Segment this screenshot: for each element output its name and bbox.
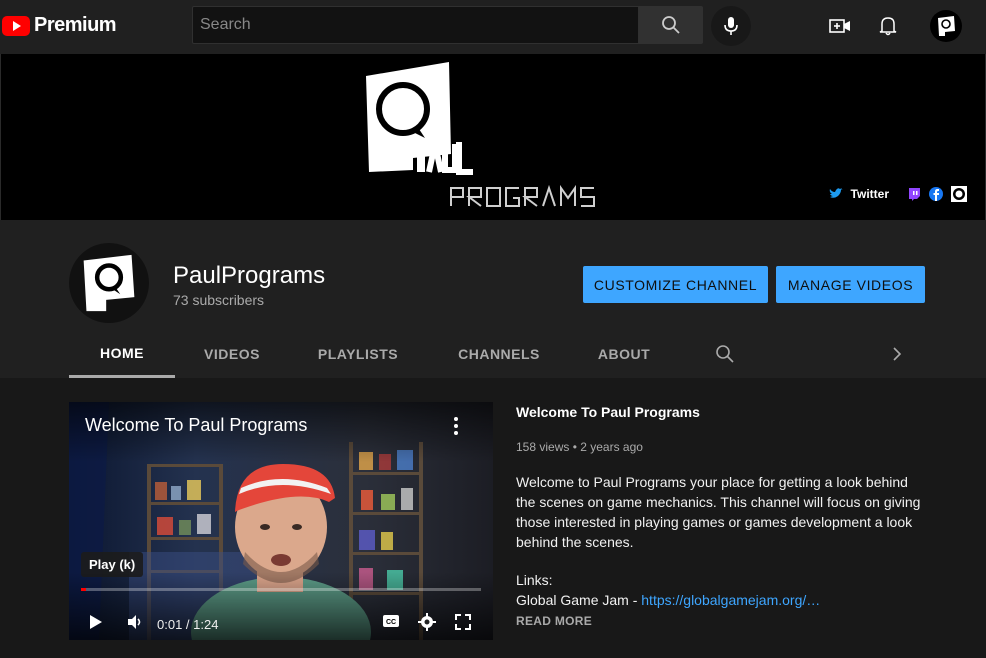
- notifications-button[interactable]: [875, 13, 901, 39]
- video-progress-bar[interactable]: [81, 588, 481, 591]
- video-meta: 158 views • 2 years ago: [516, 440, 643, 454]
- facebook-icon[interactable]: [929, 187, 943, 201]
- youtube-premium-logo[interactable]: Premium: [2, 14, 117, 37]
- video-progress-fill: [81, 588, 86, 591]
- link-prefix: Global Game Jam -: [516, 592, 642, 608]
- fullscreen-button[interactable]: [455, 614, 471, 635]
- customize-channel-button[interactable]: CUSTOMIZE CHANNEL: [583, 266, 768, 303]
- svg-text:CC: CC: [386, 619, 396, 626]
- search-box: [192, 6, 639, 44]
- twitch-icon[interactable]: [907, 187, 921, 201]
- player-controls: 0:01 / 1:24 CC: [69, 602, 493, 640]
- channel-search-button[interactable]: [709, 330, 741, 378]
- bell-icon: [879, 17, 897, 36]
- chevron-right-icon: [893, 347, 902, 361]
- fullscreen-icon: [455, 614, 471, 630]
- twitter-link[interactable]: Twitter: [851, 187, 889, 201]
- create-video-icon: [829, 19, 850, 33]
- tab-playlists[interactable]: PLAYLISTS: [305, 330, 411, 378]
- gear-icon: [418, 613, 436, 631]
- manage-videos-button[interactable]: MANAGE VIDEOS: [776, 266, 925, 303]
- captions-icon: CC: [383, 615, 399, 627]
- search-input[interactable]: [193, 7, 638, 43]
- search-icon: [716, 345, 734, 363]
- play-button[interactable]: [89, 614, 103, 635]
- tab-channels[interactable]: CHANNELS: [447, 330, 551, 378]
- subscriber-count: 73 subscribers: [173, 292, 265, 308]
- top-bar: Premium: [0, 0, 986, 54]
- video-time: 0:01 / 1:24: [157, 617, 219, 632]
- search-icon: [662, 16, 680, 34]
- account-avatar[interactable]: [930, 10, 962, 42]
- channel-logo-icon: [938, 16, 955, 36]
- channel-banner: Twitter: [0, 54, 986, 220]
- link-line: Global Game Jam - https://globalgamejam.…: [516, 592, 820, 608]
- read-more-button[interactable]: READ MORE: [516, 614, 592, 628]
- banner-social-links: Twitter: [829, 186, 967, 202]
- volume-button[interactable]: [127, 614, 143, 635]
- video-description: Welcome to Paul Programs your place for …: [516, 474, 921, 550]
- video-title-overlay[interactable]: Welcome To Paul Programs: [85, 415, 307, 436]
- tab-about[interactable]: ABOUT: [589, 330, 659, 378]
- voice-search-button[interactable]: [711, 6, 751, 46]
- play-icon: [90, 615, 102, 629]
- captions-button[interactable]: CC: [382, 614, 400, 633]
- more-vertical-icon: [454, 417, 458, 435]
- twitter-icon[interactable]: [829, 188, 843, 200]
- microphone-icon: [724, 17, 738, 35]
- global-game-jam-link[interactable]: https://globalgamejam.org/…: [641, 592, 820, 608]
- paul-programs-banner-logo: [366, 62, 595, 207]
- tab-videos[interactable]: VIDEOS: [187, 330, 277, 378]
- channel-header: PaulPrograms 73 subscribers CUSTOMIZE CH…: [0, 220, 986, 378]
- featured-video-player[interactable]: Welcome To Paul Programs Play (k) 0:01 /…: [69, 402, 493, 640]
- search-button[interactable]: [639, 6, 703, 44]
- channel-name: PaulPrograms: [173, 262, 326, 289]
- channel-logo-icon: [83, 254, 135, 312]
- channel-avatar[interactable]: [69, 243, 149, 323]
- logo-text: Premium: [34, 14, 117, 36]
- tab-home[interactable]: HOME: [69, 330, 175, 378]
- featured-video-title[interactable]: Welcome To Paul Programs: [516, 404, 700, 420]
- youtube-play-logo-icon: [2, 15, 30, 36]
- settings-button[interactable]: [418, 613, 436, 636]
- volume-icon: [128, 615, 141, 629]
- more-options-button[interactable]: [451, 416, 461, 436]
- github-icon[interactable]: [951, 186, 967, 202]
- tabs-scroll-right-button[interactable]: [881, 330, 913, 378]
- links-label: Links:: [516, 572, 553, 588]
- create-video-button[interactable]: [827, 13, 853, 39]
